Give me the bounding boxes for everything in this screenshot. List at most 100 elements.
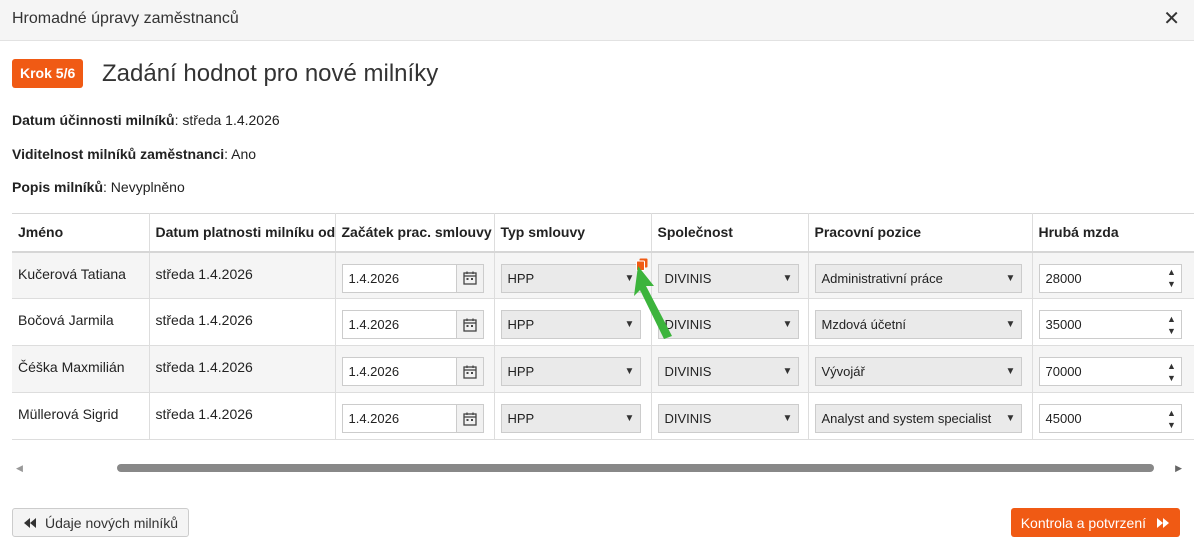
- salary-input[interactable]: 35000 ▲ ▼: [1038, 310, 1182, 339]
- cell-name: Müllerová Sigrid: [12, 392, 150, 440]
- select-value: HPP: [507, 317, 535, 332]
- back-button-label: Údaje nových milníků: [45, 514, 179, 531]
- select-value: DIVINIS: [664, 364, 712, 379]
- cell-name: Bočová Jarmila: [12, 298, 150, 346]
- cell-contract-start: 1.4.2026: [335, 392, 495, 440]
- select-value: DIVINIS: [664, 411, 712, 426]
- info-effective-date: Datum účinnosti milníků: středa 1.4.2026: [12, 112, 280, 128]
- salary-input[interactable]: 45000 ▲ ▼: [1038, 404, 1182, 433]
- contract-start-date-input[interactable]: 1.4.2026: [341, 310, 484, 339]
- contract-type-select[interactable]: HPP ▼: [500, 310, 641, 339]
- col-header-position[interactable]: Pracovní pozice: [808, 213, 1033, 253]
- position-select[interactable]: Administrativní práce ▼: [814, 263, 1022, 293]
- salary-value[interactable]: 28000: [1040, 265, 1163, 292]
- salary-value[interactable]: 45000: [1040, 405, 1163, 432]
- contract-type-select[interactable]: HPP ▼: [500, 404, 641, 433]
- salary-value[interactable]: 70000: [1040, 358, 1163, 385]
- date-value[interactable]: 1.4.2026: [343, 265, 456, 292]
- cell-contract-type: HPP ▼: [494, 251, 652, 299]
- scroll-left-icon[interactable]: ◀: [16, 463, 23, 474]
- cell-contract-type: HPP ▼: [494, 392, 652, 440]
- col-header-name[interactable]: Jméno: [12, 213, 150, 253]
- dialog-title: Hromadné úpravy zaměstnanců: [12, 10, 239, 27]
- spinner-icon[interactable]: ▲ ▼: [1163, 311, 1181, 338]
- table-row: Čéška Maxmilián středa 1.4.2026 1.4.2026…: [12, 345, 1194, 393]
- table-row: Bočová Jarmila středa 1.4.2026 1.4.2026 …: [12, 298, 1194, 346]
- position-select[interactable]: Mzdová účetní ▼: [814, 310, 1022, 339]
- table-row: Müllerová Sigrid středa 1.4.2026 1.4.202…: [12, 392, 1194, 440]
- calendar-icon[interactable]: [455, 358, 483, 385]
- cell-position: Vývojář ▼: [808, 345, 1033, 393]
- cell-position: Analyst and system specialist ▼: [808, 392, 1033, 440]
- calendar-icon[interactable]: [455, 311, 483, 338]
- position-select[interactable]: Vývojář ▼: [814, 357, 1022, 386]
- salary-input[interactable]: 70000 ▲ ▼: [1038, 357, 1182, 386]
- company-select[interactable]: DIVINIS ▼: [657, 404, 799, 433]
- company-select[interactable]: DIVINIS ▼: [657, 357, 799, 386]
- table-header-row: Jméno Datum platnosti milníku od Začátek…: [12, 213, 1194, 253]
- spinner-icon[interactable]: ▲ ▼: [1163, 265, 1181, 292]
- cell-salary: 35000 ▲ ▼: [1032, 298, 1194, 346]
- info-label: Datum účinnosti milníků: [12, 112, 175, 128]
- select-value: Administrativní práce: [821, 270, 943, 286]
- caret-down-icon: ▼: [1005, 272, 1016, 284]
- contract-start-date-input[interactable]: 1.4.2026: [341, 263, 484, 293]
- cell-name: Čéška Maxmilián: [12, 345, 150, 393]
- caret-down-icon: ▼: [782, 366, 793, 377]
- spinner-icon[interactable]: ▲ ▼: [1163, 358, 1181, 385]
- close-icon[interactable]: ✕: [1163, 9, 1180, 29]
- salary-value[interactable]: 35000: [1040, 311, 1163, 338]
- company-select[interactable]: DIVINIS ▼: [657, 310, 799, 339]
- position-select[interactable]: Analyst and system specialist ▼: [814, 404, 1022, 433]
- back-button[interactable]: Údaje nových milníků: [12, 508, 190, 537]
- calendar-icon[interactable]: [455, 264, 483, 292]
- col-header-company[interactable]: Společnost: [651, 213, 809, 253]
- col-header-valid-from[interactable]: Datum platnosti milníku od: [149, 213, 336, 253]
- col-header-salary[interactable]: Hrubá mzda: [1032, 213, 1194, 253]
- salary-input[interactable]: 28000 ▲ ▼: [1038, 263, 1182, 293]
- next-button-label: Kontrola a potvrzení: [1020, 514, 1146, 531]
- cell-position: Mzdová účetní ▼: [808, 298, 1033, 346]
- select-value: Analyst and system specialist: [821, 411, 992, 426]
- cell-contract-start: 1.4.2026: [335, 345, 495, 393]
- scroll-right-icon[interactable]: ▶: [1175, 463, 1182, 474]
- caret-down-icon: ▼: [782, 413, 793, 424]
- date-value[interactable]: 1.4.2026: [343, 405, 456, 432]
- date-value[interactable]: 1.4.2026: [343, 358, 456, 385]
- scrollbar-thumb[interactable]: [117, 464, 1154, 472]
- date-value[interactable]: 1.4.2026: [343, 311, 456, 338]
- page-title: Zadání hodnot pro nové milníky: [102, 60, 439, 87]
- employees-table: Jméno Datum platnosti milníku od Začátek…: [12, 213, 1194, 440]
- caret-down-icon: ▼: [782, 272, 793, 284]
- cell-contract-type: HPP ▼: [494, 345, 652, 393]
- cell-valid-from: středa 1.4.2026: [149, 251, 336, 299]
- cell-company: DIVINIS ▼: [651, 392, 809, 440]
- caret-down-icon: ▼: [624, 272, 635, 284]
- caret-down-icon: ▼: [624, 366, 635, 377]
- horizontal-scrollbar[interactable]: ◀ ▶: [12, 460, 1182, 476]
- step-badge: Krok 5/6: [12, 59, 84, 88]
- cell-company: DIVINIS ▼: [651, 345, 809, 393]
- contract-type-select[interactable]: HPP ▼: [500, 357, 641, 386]
- cell-name: Kučerová Tatiana: [12, 251, 150, 299]
- col-header-contract-start[interactable]: Začátek prac. smlouvy: [335, 213, 495, 253]
- info-value: : Nevyplněno: [103, 179, 185, 195]
- cell-salary: 28000 ▲ ▼: [1032, 251, 1194, 299]
- info-label: Viditelnost milníků zaměstnanci: [12, 146, 225, 162]
- cell-salary: 45000 ▲ ▼: [1032, 392, 1194, 440]
- calendar-icon[interactable]: [455, 405, 483, 432]
- contract-start-date-input[interactable]: 1.4.2026: [341, 404, 484, 433]
- contract-type-select[interactable]: HPP ▼: [500, 263, 641, 293]
- caret-down-icon: ▼: [624, 319, 635, 330]
- contract-start-date-input[interactable]: 1.4.2026: [341, 357, 484, 386]
- select-value: HPP: [507, 411, 535, 426]
- col-header-contract-type[interactable]: Typ smlouvy: [494, 213, 652, 253]
- cell-position: Administrativní práce ▼: [808, 251, 1033, 299]
- copy-icon[interactable]: [635, 258, 648, 274]
- company-select[interactable]: DIVINIS ▼: [657, 263, 799, 293]
- double-chevron-right-icon: [1156, 515, 1170, 531]
- caret-down-icon: ▼: [624, 413, 635, 424]
- spinner-icon[interactable]: ▲ ▼: [1163, 405, 1181, 432]
- next-button[interactable]: Kontrola a potvrzení: [1010, 508, 1180, 537]
- info-value: : Ano: [224, 146, 257, 162]
